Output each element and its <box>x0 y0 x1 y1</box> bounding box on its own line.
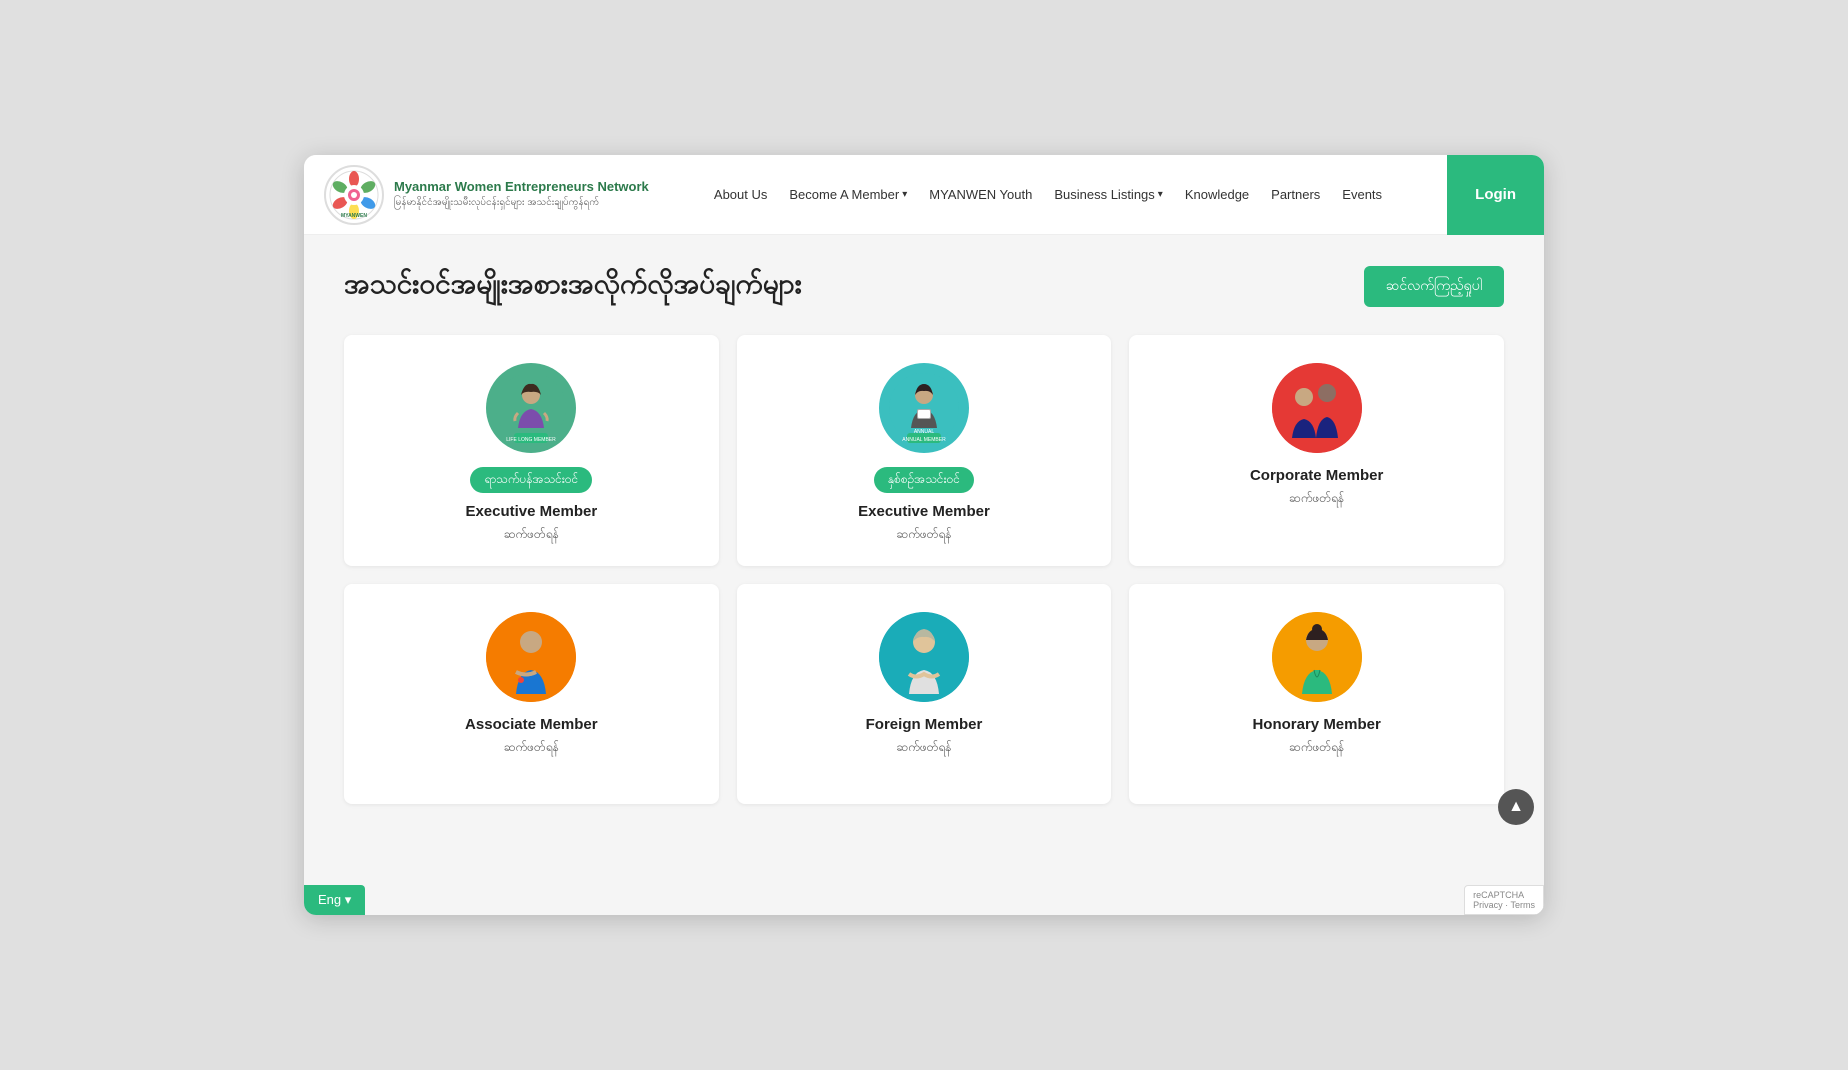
avatar-figure-6 <box>1272 612 1362 702</box>
lang-button[interactable]: Eng ▾ <box>304 885 365 915</box>
page-title: အသင်းဝင်အမျိုးအစားအလိုက်လိုအပ်ချက်များ <box>344 265 802 307</box>
nav-knowledge[interactable]: Knowledge <box>1185 187 1249 202</box>
nav-become-member[interactable]: Become A Member <box>789 187 907 202</box>
card-title-3: Corporate Member <box>1250 467 1383 484</box>
page-header: အသင်းဝင်အမျိုးအစားအလိုက်လိုအပ်ချက်များ ဆ… <box>344 265 1504 307</box>
nav-about[interactable]: About Us <box>714 187 767 202</box>
filter-button[interactable]: ဆင်လက်ကြည့်ရှုပါ <box>1364 266 1504 307</box>
card-title-5: Foreign Member <box>866 716 983 733</box>
svg-text:LIFE LONG MEMBER: LIFE LONG MEMBER <box>507 437 557 443</box>
org-name: Myanmar Women Entrepreneurs Network မြန်… <box>394 179 649 211</box>
card-sub-3: ဆက်ဖတ်ရန် <box>1289 490 1344 508</box>
cards-grid: LIFE LONG MEMBER ရာသက်ပန်အသင်းဝင် Execut… <box>344 335 1504 804</box>
card-avatar-6 <box>1272 612 1362 702</box>
nav-events[interactable]: Events <box>1342 187 1382 202</box>
card-corporate[interactable]: Corporate Member ဆက်ဖတ်ရန် <box>1129 335 1504 566</box>
avatar-figure-2: ANNUAL ANNUAL MEMBER <box>889 373 959 443</box>
logo-area: MYANWEN Myanmar Women Entrepreneurs Netw… <box>324 165 649 225</box>
card-sub-4: ဆက်ဖတ်ရန် <box>504 739 559 757</box>
browser-window: MYANWEN Myanmar Women Entrepreneurs Netw… <box>304 155 1544 915</box>
card-avatar-2: ANNUAL ANNUAL MEMBER <box>879 363 969 453</box>
card-title-2: Executive Member <box>858 503 990 520</box>
scroll-top-button[interactable]: ▲ <box>1498 789 1534 825</box>
card-associate[interactable]: Associate Member ဆက်ဖတ်ရန် <box>344 584 719 804</box>
card-foreign[interactable]: Foreign Member ဆက်ဖတ်ရန် <box>737 584 1112 804</box>
card-title-1: Executive Member <box>465 503 597 520</box>
svg-text:ANNUAL MEMBER: ANNUAL MEMBER <box>902 437 946 443</box>
card-honorary[interactable]: Honorary Member ဆက်ဖတ်ရန် <box>1129 584 1504 804</box>
nav-youth[interactable]: MYANWEN Youth <box>929 187 1032 202</box>
org-name-en: Myanmar Women Entrepreneurs Network <box>394 179 649 196</box>
svg-text:MYANWEN: MYANWEN <box>341 213 367 219</box>
logo-svg: MYANWEN <box>328 169 380 221</box>
card-avatar-5 <box>879 612 969 702</box>
card-badge-2: နှစ်စဉ်အသင်းဝင် <box>874 467 974 493</box>
card-avatar-4 <box>486 612 576 702</box>
card-sub-2: ဆက်ဖတ်ရန် <box>897 526 952 544</box>
recaptcha-text: reCAPTCHAPrivacy · Terms <box>1473 890 1535 910</box>
recaptcha-badge: reCAPTCHAPrivacy · Terms <box>1464 885 1544 915</box>
card-sub-1: ဆက်ဖတ်ရန် <box>504 526 559 544</box>
card-life-long-executive[interactable]: LIFE LONG MEMBER ရာသက်ပန်အသင်းဝင် Execut… <box>344 335 719 566</box>
main-nav: About Us Become A Member MYANWEN Youth B… <box>714 187 1382 202</box>
card-title-6: Honorary Member <box>1252 716 1380 733</box>
avatar-figure-5 <box>879 612 969 702</box>
avatar-figure-1: LIFE LONG MEMBER <box>496 373 566 443</box>
card-avatar-3 <box>1272 363 1362 453</box>
login-button[interactable]: Login <box>1447 155 1544 235</box>
site-header: MYANWEN Myanmar Women Entrepreneurs Netw… <box>304 155 1544 235</box>
card-badge-1: ရာသက်ပန်အသင်းဝင် <box>470 467 592 493</box>
lang-label: Eng <box>318 892 341 907</box>
org-name-my: မြန်မာနိုင်ငံအမျိုးသမီးလုပ်ငန်းရှင်များ … <box>394 195 649 210</box>
card-sub-6: ဆက်ဖတ်ရန် <box>1289 739 1344 757</box>
nav-business-listings[interactable]: Business Listings <box>1054 187 1162 202</box>
nav-partners[interactable]: Partners <box>1271 187 1320 202</box>
avatar-figure-3 <box>1272 363 1362 453</box>
card-annual-executive[interactable]: ANNUAL ANNUAL MEMBER နှစ်စဉ်အသင်းဝင် Exe… <box>737 335 1112 566</box>
avatar-figure-4 <box>486 612 576 702</box>
logo-circle: MYANWEN <box>324 165 384 225</box>
card-title-4: Associate Member <box>465 716 598 733</box>
main-content: အသင်းဝင်အမျိုးအစားအလိုက်လိုအပ်ချက်များ ဆ… <box>304 235 1544 834</box>
card-sub-5: ဆက်ဖတ်ရန် <box>897 739 952 757</box>
card-avatar-1: LIFE LONG MEMBER <box>486 363 576 453</box>
